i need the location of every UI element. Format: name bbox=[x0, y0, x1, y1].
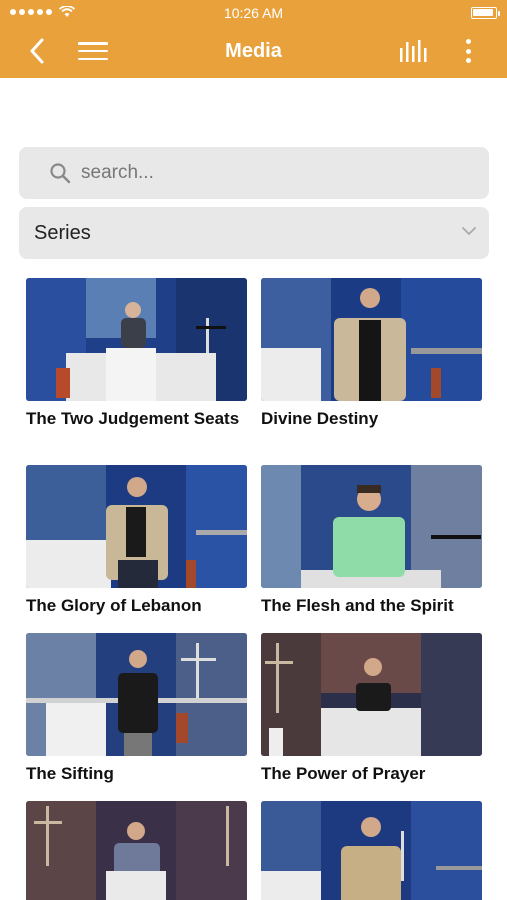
media-card[interactable]: The Two Judgement Seats bbox=[26, 278, 247, 429]
video-thumbnail[interactable] bbox=[261, 633, 482, 756]
media-card[interactable]: The Power of Prayer bbox=[261, 633, 482, 784]
video-thumbnail[interactable] bbox=[261, 801, 482, 900]
dropdown-selected-value: Series bbox=[34, 222, 91, 244]
search-input[interactable] bbox=[81, 147, 471, 199]
app-header: 10:26 AM Media bbox=[0, 0, 507, 78]
series-dropdown[interactable]: Series bbox=[19, 207, 489, 259]
media-title: The Flesh and the Spirit bbox=[261, 596, 454, 615]
battery-icon bbox=[471, 7, 500, 19]
video-thumbnail[interactable] bbox=[26, 633, 247, 756]
search-bar[interactable] bbox=[19, 147, 489, 199]
status-bar: 10:26 AM bbox=[0, 0, 507, 26]
wifi-icon bbox=[59, 6, 75, 17]
search-icon bbox=[50, 163, 71, 184]
media-card[interactable]: The Flesh and the Spirit bbox=[261, 465, 482, 616]
media-card[interactable]: The Glory of Lebanon bbox=[26, 465, 247, 616]
chevron-down-icon bbox=[462, 227, 476, 236]
video-thumbnail[interactable] bbox=[26, 465, 247, 588]
signal-icon bbox=[10, 6, 75, 18]
video-thumbnail[interactable] bbox=[26, 278, 247, 401]
status-time: 10:26 AM bbox=[223, 5, 284, 21]
video-thumbnail[interactable] bbox=[261, 278, 482, 401]
equalizer-button[interactable] bbox=[398, 38, 430, 64]
media-title: The Power of Prayer bbox=[261, 764, 426, 783]
media-card[interactable] bbox=[26, 801, 247, 900]
media-title: The Two Judgement Seats bbox=[26, 409, 240, 428]
page-title: Media bbox=[225, 40, 282, 62]
video-thumbnail[interactable] bbox=[261, 465, 482, 588]
media-card[interactable]: Divine Destiny bbox=[261, 278, 482, 429]
media-title: The Glory of Lebanon bbox=[26, 596, 202, 615]
more-options-button[interactable] bbox=[460, 36, 476, 66]
more-vertical-icon bbox=[465, 39, 471, 44]
media-card[interactable]: The Sifting bbox=[26, 633, 247, 784]
video-thumbnail[interactable] bbox=[26, 801, 247, 900]
media-title: The Sifting bbox=[26, 764, 114, 783]
media-title: Divine Destiny bbox=[261, 409, 379, 428]
media-card[interactable] bbox=[261, 801, 482, 900]
